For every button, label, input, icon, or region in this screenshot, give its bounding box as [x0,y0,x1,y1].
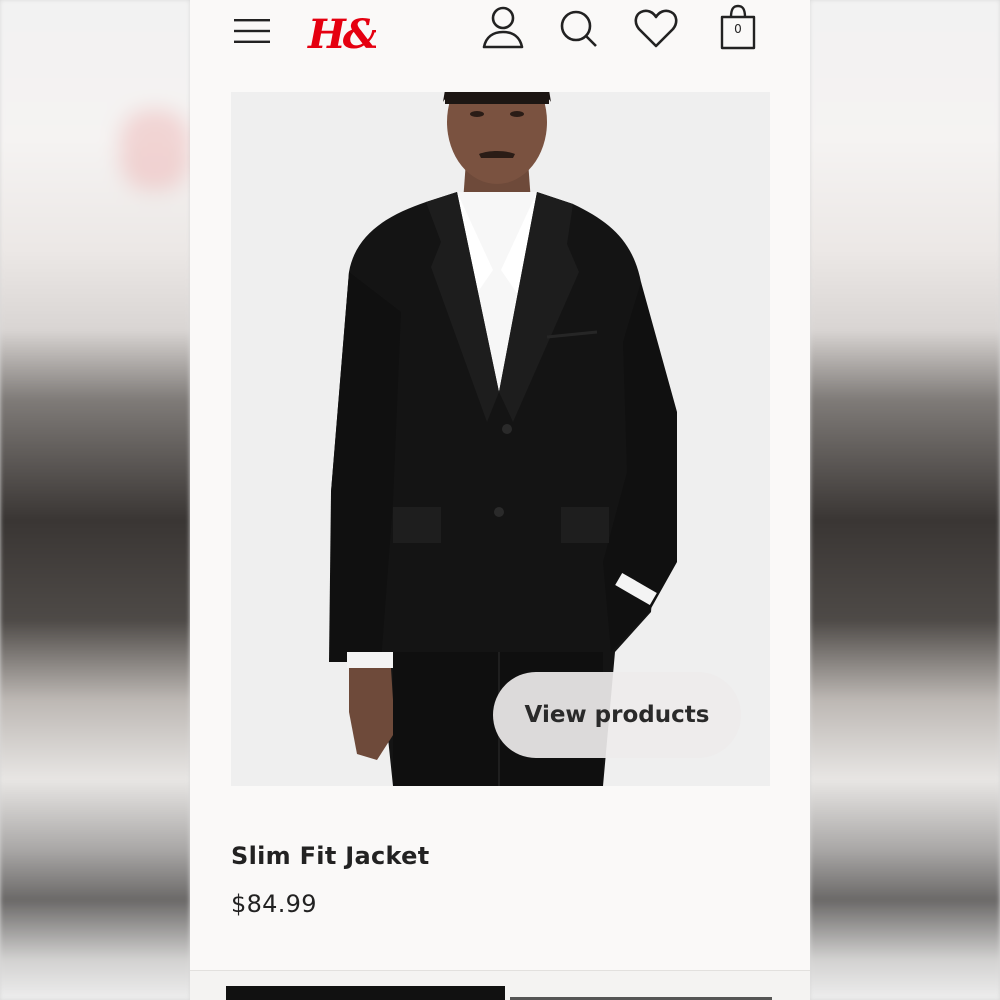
header-bar: H&M 0 [190,0,810,70]
shopping-bag-icon[interactable]: 0 [718,3,758,51]
search-icon[interactable] [558,6,600,50]
product-image[interactable]: View products [231,92,770,786]
bag-count-badge: 0 [734,22,742,36]
view-products-button[interactable]: View products [493,672,741,758]
blurred-background-left [0,0,190,1000]
bottom-tab-active[interactable] [226,986,505,1000]
hm-logo[interactable]: H&M [306,2,425,58]
account-icon[interactable] [480,4,526,50]
svg-text:H&M: H&M [307,11,376,58]
heart-icon[interactable] [633,6,679,50]
hamburger-menu-icon[interactable] [234,17,270,45]
blurred-background-right [810,0,1000,1000]
product-name[interactable]: Slim Fit Jacket [231,842,429,870]
product-price: $84.99 [231,890,317,918]
phone-screen: H&M 0 [190,0,810,1000]
